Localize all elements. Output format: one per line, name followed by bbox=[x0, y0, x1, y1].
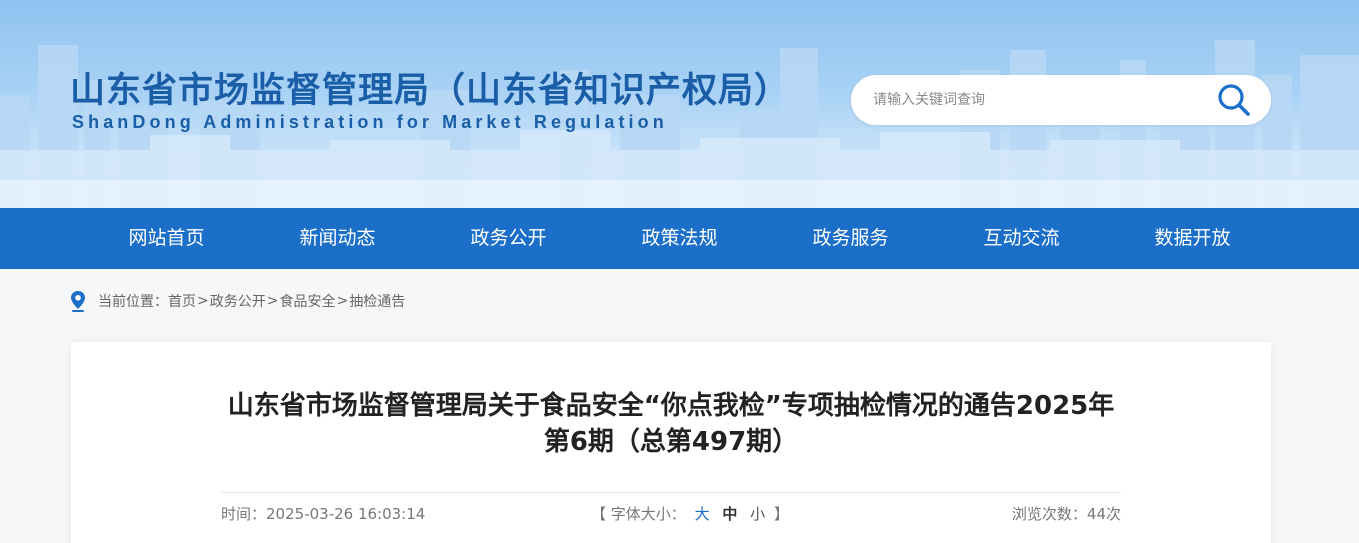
search-icon bbox=[1218, 84, 1250, 116]
location-pin-icon bbox=[71, 291, 85, 312]
breadcrumb-separator: > bbox=[266, 293, 279, 309]
font-size-close-bracket: 】 bbox=[773, 505, 789, 523]
breadcrumb-link-gov-affairs[interactable]: 政务公开 bbox=[210, 291, 266, 311]
breadcrumb: 当前位置： 首页 > 政务公开 > 食品安全 > 抽检通告 bbox=[70, 289, 405, 313]
nav-item-services[interactable]: 政务服务 bbox=[765, 208, 936, 269]
nav-item-open-data[interactable]: 数据开放 bbox=[1107, 208, 1278, 269]
article-title: 山东省市场监督管理局关于食品安全“你点我检”专项抽检情况的通告2025年第6期（… bbox=[227, 391, 1115, 457]
nav-item-home[interactable]: 网站首页 bbox=[81, 208, 252, 269]
font-size-medium-button[interactable]: 中 bbox=[722, 505, 737, 523]
nav-item-policies[interactable]: 政策法规 bbox=[594, 208, 765, 269]
publish-time-value: 2025-03-26 16:03:14 bbox=[266, 505, 426, 523]
breadcrumb-prefix: 当前位置： bbox=[98, 294, 168, 310]
header-banner: 山东省市场监督管理局（山东省知识产权局） ShanDong Administra… bbox=[0, 0, 1359, 208]
view-count-label: 浏览次数： bbox=[1011, 505, 1087, 523]
breadcrumb-separator: > bbox=[197, 293, 209, 309]
view-count: 浏览次数：44次 bbox=[1012, 502, 1121, 526]
breadcrumb-link-home[interactable]: 首页 bbox=[168, 291, 196, 311]
breadcrumb-link-inspection-notice[interactable]: 抽检通告 bbox=[349, 291, 405, 311]
search-button[interactable] bbox=[1215, 81, 1253, 119]
publish-time-label: 时间： bbox=[221, 505, 267, 523]
article-card: 山东省市场监督管理局关于食品安全“你点我检”专项抽检情况的通告2025年第6期（… bbox=[71, 342, 1271, 543]
nav-item-interaction[interactable]: 互动交流 bbox=[936, 208, 1107, 269]
search-box bbox=[851, 75, 1271, 125]
nav-item-gov-affairs[interactable]: 政务公开 bbox=[423, 208, 594, 269]
search-input[interactable] bbox=[873, 88, 1193, 112]
font-size-small-button[interactable]: 小 bbox=[750, 505, 765, 523]
font-size-control: 【 字体大小： 大 中 小 】 bbox=[591, 502, 789, 526]
font-size-large-button[interactable]: 大 bbox=[695, 505, 710, 523]
breadcrumb-link-food-safety[interactable]: 食品安全 bbox=[279, 291, 335, 311]
site-subtitle: ShanDong Administration for Market Regul… bbox=[72, 112, 668, 132]
breadcrumb-separator: > bbox=[336, 293, 349, 309]
publish-time: 时间：2025-03-26 16:03:14 bbox=[221, 502, 425, 526]
view-count-value: 44次 bbox=[1086, 505, 1121, 523]
main-nav: 网站首页 新闻动态 政务公开 政策法规 政务服务 互动交流 数据开放 bbox=[0, 208, 1359, 269]
nav-item-news[interactable]: 新闻动态 bbox=[252, 208, 423, 269]
site-title: 山东省市场监督管理局（山东省知识产权局） bbox=[70, 71, 791, 111]
article-meta: 时间：2025-03-26 16:03:14 【 字体大小： 大 中 小 】 浏… bbox=[221, 502, 1121, 526]
divider bbox=[221, 492, 1121, 493]
font-size-label: 【 字体大小： bbox=[591, 505, 686, 523]
